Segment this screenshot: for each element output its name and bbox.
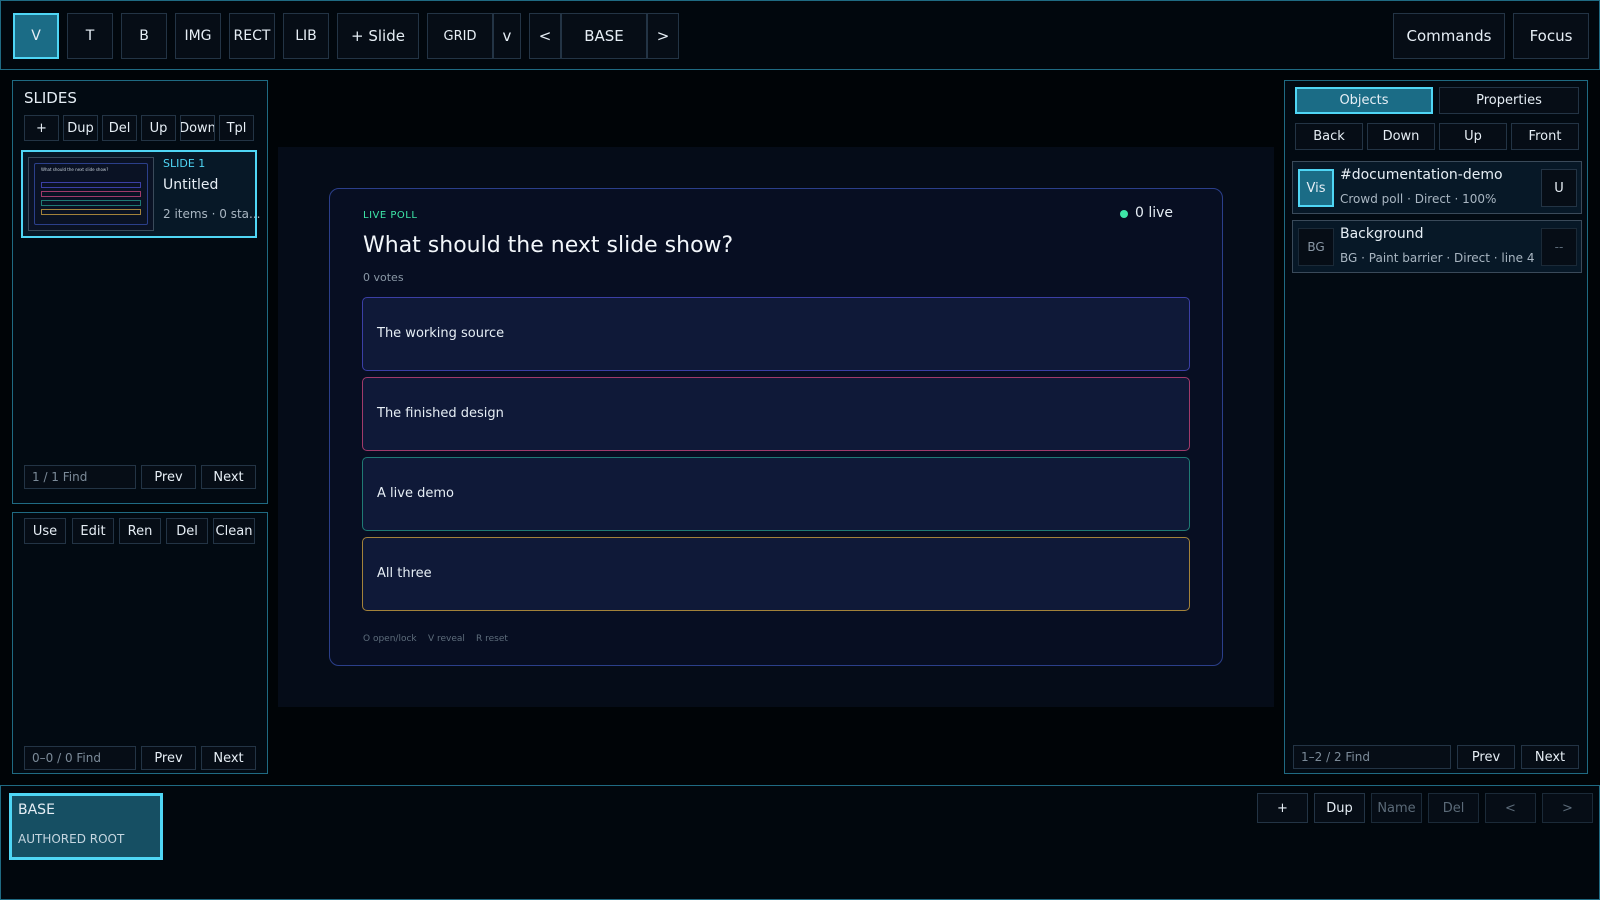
background-badge[interactable]: BG: [1298, 228, 1334, 266]
layer-subtitle: AUTHORED ROOT: [18, 832, 125, 846]
tab-properties[interactable]: Properties: [1439, 87, 1579, 114]
tool-text-button[interactable]: T: [67, 13, 113, 59]
slide-add-button[interactable]: +: [24, 115, 59, 141]
bring-forward-button[interactable]: Up: [1439, 123, 1507, 150]
object-meta: Crowd poll · Direct · 100%: [1340, 192, 1497, 206]
grid-button[interactable]: GRID: [427, 13, 493, 59]
slide-name: Untitled: [163, 177, 219, 193]
thumbnail-question: What should the next slide show?: [41, 167, 109, 172]
layer-rename-button[interactable]: Name: [1371, 793, 1422, 823]
poll-option[interactable]: A live demo: [362, 457, 1190, 531]
library-clean-button[interactable]: Clean: [213, 518, 255, 544]
tool-library-button[interactable]: LIB: [283, 13, 329, 59]
library-delete-button[interactable]: Del: [166, 518, 208, 544]
library-edit-button[interactable]: Edit: [72, 518, 114, 544]
grid-dropdown-button[interactable]: v: [493, 13, 521, 59]
tab-objects[interactable]: Objects: [1295, 87, 1433, 114]
slide-template-button[interactable]: Tpl: [219, 115, 254, 141]
top-toolbar: V T B IMG RECT LIB + Slide GRID v < BASE…: [0, 0, 1600, 70]
layer-next-button[interactable]: >: [647, 13, 679, 59]
poll-option-label: The finished design: [377, 406, 504, 421]
layer-duplicate-button[interactable]: Dup: [1314, 793, 1365, 823]
poll-tag: LIVE POLL: [363, 210, 418, 221]
slide-down-button[interactable]: Down: [180, 115, 215, 141]
thumbnail-poll-card: What should the next slide show?: [34, 163, 148, 225]
layer-card-base[interactable]: BASE AUTHORED ROOT: [9, 793, 163, 860]
send-backward-button[interactable]: Down: [1367, 123, 1435, 150]
slide-duplicate-button[interactable]: Dup: [63, 115, 98, 141]
object-row[interactable]: Vis #documentation-demo Crowd poll · Dir…: [1292, 161, 1582, 214]
poll-option[interactable]: The finished design: [362, 377, 1190, 451]
tool-box-button[interactable]: B: [121, 13, 167, 59]
layer-prev-button[interactable]: <: [1485, 793, 1536, 823]
poll-option-label: A live demo: [377, 486, 454, 501]
object-name: #documentation-demo: [1340, 167, 1503, 183]
layer-delete-button[interactable]: Del: [1428, 793, 1479, 823]
layers-bar: BASE AUTHORED ROOT + Dup Name Del < >: [0, 785, 1600, 900]
layer-next-button[interactable]: >: [1542, 793, 1593, 823]
commands-button[interactable]: Commands: [1393, 13, 1505, 59]
object-meta: BG · Paint barrier · Direct · line 4: [1340, 251, 1535, 265]
slides-panel-title: SLIDES: [24, 89, 77, 107]
slides-next-button[interactable]: Next: [201, 465, 256, 489]
current-layer-label[interactable]: BASE: [561, 13, 647, 59]
library-use-button[interactable]: Use: [24, 518, 66, 544]
object-row[interactable]: BG Background BG · Paint barrier · Direc…: [1292, 220, 1582, 273]
live-dot-icon: [1120, 210, 1128, 218]
slides-prev-button[interactable]: Prev: [141, 465, 196, 489]
slide-up-button[interactable]: Up: [141, 115, 176, 141]
slide-meta: 2 items · 0 sta...: [163, 207, 261, 221]
objects-panel: Objects Properties Back Down Up Front Vi…: [1284, 80, 1588, 774]
tool-image-button[interactable]: IMG: [175, 13, 221, 59]
library-find-field[interactable]: 0–0 / 0 Find: [24, 746, 136, 770]
slides-find-field[interactable]: 1 / 1 Find: [24, 465, 136, 489]
library-panel: Use Edit Ren Del Clean 0–0 / 0 Find Prev…: [12, 512, 268, 774]
library-prev-button[interactable]: Prev: [141, 746, 196, 770]
bring-to-front-button[interactable]: Front: [1511, 123, 1579, 150]
thumbnail-option: [41, 191, 141, 197]
slide-list-item[interactable]: What should the next slide show? SLIDE 1…: [21, 150, 261, 238]
library-next-button[interactable]: Next: [201, 746, 256, 770]
slides-panel: SLIDES + Dup Del Up Down Tpl What should…: [12, 80, 268, 504]
visibility-toggle-button[interactable]: Vis: [1298, 169, 1334, 207]
poll-option[interactable]: The working source: [362, 297, 1190, 371]
objects-next-button[interactable]: Next: [1521, 745, 1579, 769]
layer-add-button[interactable]: +: [1257, 793, 1308, 823]
object-action-button[interactable]: --: [1541, 228, 1577, 266]
tool-select-button[interactable]: V: [13, 13, 59, 59]
poll-option[interactable]: All three: [362, 537, 1190, 611]
thumbnail-option: [41, 182, 141, 188]
tool-rect-button[interactable]: RECT: [229, 13, 275, 59]
focus-button[interactable]: Focus: [1513, 13, 1589, 59]
layer-prev-button[interactable]: <: [529, 13, 561, 59]
object-unlock-button[interactable]: U: [1541, 169, 1577, 207]
thumbnail-option: [41, 200, 141, 206]
send-to-back-button[interactable]: Back: [1295, 123, 1363, 150]
slide-delete-button[interactable]: Del: [102, 115, 137, 141]
objects-find-field[interactable]: 1–2 / 2 Find: [1293, 745, 1451, 769]
library-rename-button[interactable]: Ren: [119, 518, 161, 544]
poll-option-label: All three: [377, 566, 432, 581]
poll-live-count: 0 live: [1135, 205, 1174, 221]
slide-canvas[interactable]: LIVE POLL 0 live What should the next sl…: [278, 147, 1274, 707]
slide-thumbnail: What should the next slide show?: [28, 157, 154, 231]
poll-hint-reveal: V reveal: [428, 634, 465, 644]
poll-card[interactable]: LIVE POLL 0 live What should the next sl…: [329, 188, 1223, 666]
poll-hint-reset: R reset: [476, 634, 508, 644]
poll-hint-open: O open/lock: [363, 634, 417, 644]
poll-option-label: The working source: [377, 326, 505, 341]
add-slide-button[interactable]: + Slide: [337, 13, 419, 59]
object-name: Background: [1340, 226, 1424, 242]
poll-votes: 0 votes: [363, 271, 404, 284]
objects-prev-button[interactable]: Prev: [1457, 745, 1515, 769]
layer-name: BASE: [18, 802, 55, 818]
thumbnail-option: [41, 209, 141, 215]
poll-question: What should the next slide show?: [363, 233, 734, 258]
slide-number: SLIDE 1: [163, 157, 206, 170]
